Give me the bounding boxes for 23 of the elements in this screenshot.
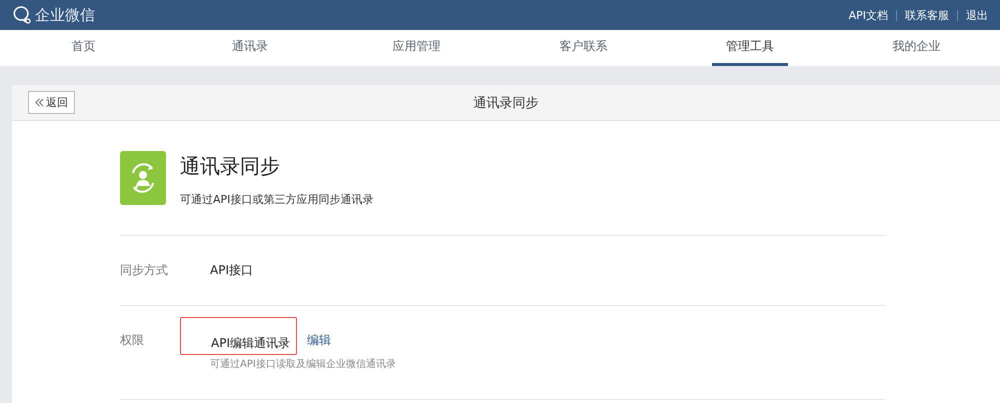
app-description: 可通过API接口或第三方应用同步通讯录 — [180, 192, 374, 207]
header-link[interactable]: API文档 — [848, 8, 888, 22]
back-button[interactable]: 返回 — [28, 91, 75, 114]
header-link[interactable]: 联系客服 — [905, 8, 949, 22]
nav-tab[interactable]: 首页 — [57, 30, 110, 66]
brand-name: 企业微信 — [35, 6, 95, 24]
field-label: 权限 — [120, 332, 145, 349]
field-hint: 可通过API接口读取及编辑企业微信通讯录 — [210, 358, 396, 371]
field-label: 同步方式 — [120, 262, 169, 279]
edit-link[interactable]: 编辑 — [306, 330, 331, 351]
nav-tab[interactable]: 管理工具 — [712, 30, 788, 66]
nav-tab[interactable]: 客户联系 — [545, 30, 622, 66]
page-title: 通讯录同步 — [474, 94, 538, 112]
field-value: API编辑通讯录 — [180, 317, 297, 355]
sync-contact-icon — [120, 151, 166, 205]
double-chevron-icon — [35, 98, 44, 107]
nav-tab[interactable]: 应用管理 — [378, 30, 455, 66]
nav-tab[interactable]: 通讯录 — [218, 30, 282, 66]
field-value: API接口 — [210, 262, 253, 279]
header-link[interactable]: 退出 — [966, 8, 988, 22]
app-title: 通讯录同步 — [180, 153, 281, 180]
chat-bubble-icon — [12, 5, 32, 25]
nav-tab[interactable]: 我的企业 — [878, 30, 955, 66]
